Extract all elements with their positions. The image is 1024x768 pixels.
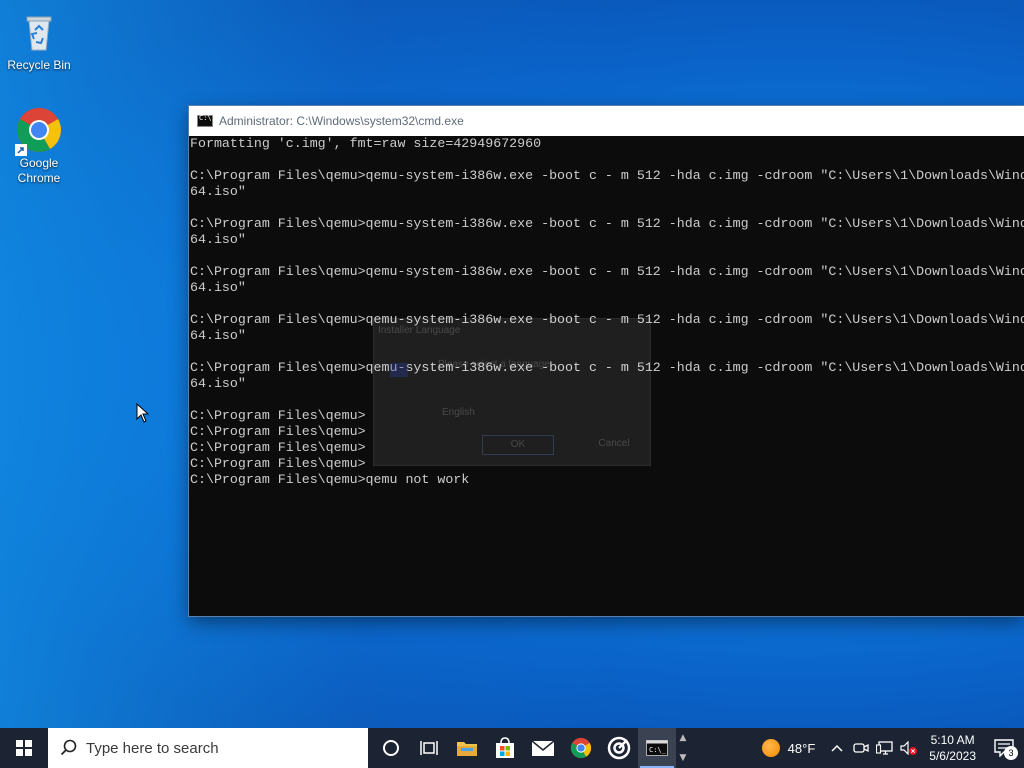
console-line: C:\Program Files\qemu>qemu not work [190,472,470,487]
cortana-button[interactable] [372,728,410,768]
chrome-icon [570,737,592,759]
desktop-icon-google-chrome[interactable]: Google Chrome [1,106,77,186]
chevron-down-icon[interactable]: ▼ [680,753,687,763]
console-line: C:\Program Files\qemu>qemu-system-i386w.… [190,168,1024,183]
cmd-window-title: Administrator: C:\Windows\system32\cmd.e… [219,114,464,128]
cortana-circle-icon [383,740,399,756]
cmd-window[interactable]: Administrator: C:\Windows\system32\cmd.e… [189,106,1024,616]
taskbar: C:\_ ▲ ▼ 48°F [0,728,1024,768]
console-line: C:\Program Files\qemu>qemu-system-i386w.… [190,216,1024,231]
console-line: C:\Program Files\qemu>qemu-system-i386w.… [190,264,1024,279]
clock-date: 5/6/2023 [929,749,976,763]
search-icon [60,739,77,756]
target-circle-icon [607,736,631,760]
recycle-bin-icon [15,8,63,56]
notification-center-button[interactable]: 3 [984,728,1024,768]
clock-time: 5:10 AM [930,733,975,747]
ghost-ok-button: OK [482,435,554,455]
notification-count-badge: 3 [1004,746,1018,760]
store-bag-icon [496,737,514,758]
chevron-up-icon[interactable]: ▲ [680,733,687,743]
mouse-cursor-icon [136,403,150,423]
ghost-dialog-prompt: Please select a language. [438,359,553,370]
chrome-icon [15,106,63,156]
folder-icon [457,742,477,756]
show-hidden-icons-button[interactable] [825,728,849,768]
network-monitor-icon [876,741,893,755]
installer-icon [390,363,408,377]
taskbar-search-box[interactable] [48,728,368,768]
mail-button[interactable] [524,728,562,768]
task-view-icon [420,741,438,755]
weather-temperature: 48°F [787,740,816,756]
taskbar-clock[interactable]: 5:10 AM 5/6/2023 [921,732,984,764]
start-button[interactable] [0,728,48,768]
search-input[interactable] [86,739,346,757]
weather-widget[interactable]: 48°F [752,739,826,757]
taskbar-scroll[interactable]: ▲ ▼ [676,728,690,768]
microsoft-store-button[interactable] [486,728,524,768]
chevron-up-icon [831,744,843,752]
windows-logo-icon [16,740,32,756]
svg-text:C:\_: C:\_ [649,746,667,754]
task-view-button[interactable] [410,728,448,768]
shortcut-arrow-icon [15,144,27,156]
network-button[interactable] [873,728,897,768]
command-prompt-taskbar-button[interactable]: C:\_ [638,728,676,768]
system-tray: 48°F 5:10 AM 5/6/2023 3 [752,728,1024,768]
volume-button[interactable] [897,728,921,768]
desktop-icon-label: Recycle Bin [7,58,71,72]
command-prompt-icon: C:\_ [646,740,668,756]
cmd-app-icon [197,114,213,127]
console-line: 64.iso" [190,280,246,295]
cmd-titlebar[interactable]: Administrator: C:\Windows\system32\cmd.e… [189,106,1024,136]
console-line: Formatting 'c.img', fmt=raw size=4294967… [190,136,542,151]
console-line: 64.iso" [190,232,246,247]
meet-now-button[interactable] [849,728,873,768]
file-explorer-button[interactable] [448,728,486,768]
desktop-icon-recycle-bin[interactable]: Recycle Bin [1,8,77,73]
ghost-dialog-language: English [442,407,475,418]
camera-icon [853,743,869,753]
ghost-dialog-title: Installer Language [378,325,461,336]
media-app-button[interactable] [600,728,638,768]
sun-weather-icon [761,739,780,757]
desktop-icon-label: Google Chrome [17,156,61,185]
ghost-cancel-button: Cancel [598,438,630,449]
mail-envelope-icon [531,740,555,756]
console-line: 64.iso" [190,184,246,199]
cmd-console-output[interactable]: Formatting 'c.img', fmt=raw size=4294967… [189,136,1024,616]
volume-muted-icon [900,741,918,755]
ghost-installer-dialog: Installer Language Please select a langu… [373,318,651,466]
chrome-taskbar-button[interactable] [562,728,600,768]
